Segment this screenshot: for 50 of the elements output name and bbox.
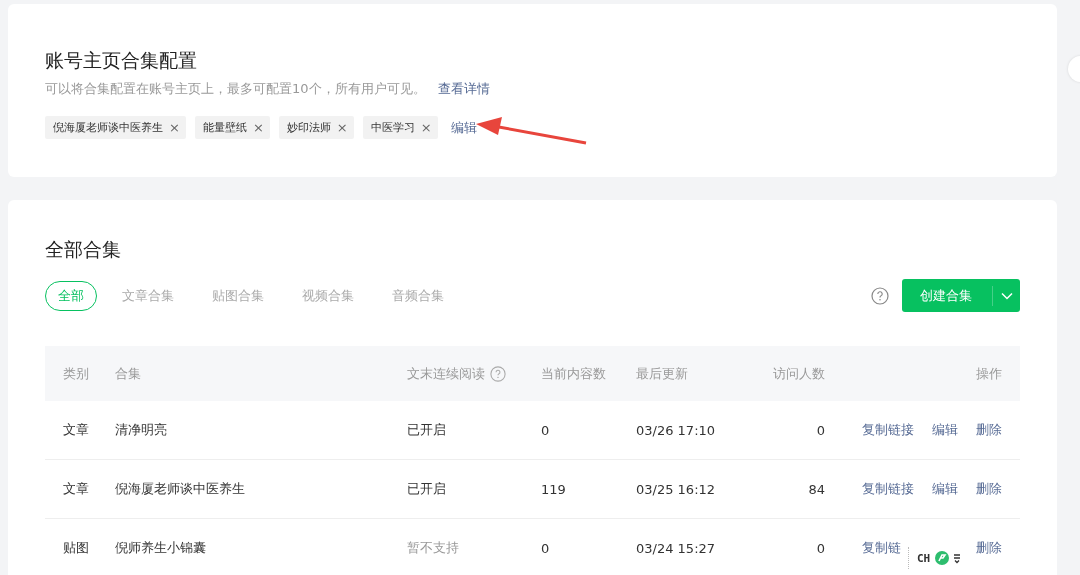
table-cell-text: 03/25 16:12 [636,481,717,497]
column-header: 文末连续阅读 [407,364,485,383]
column-header: 最后更新 [636,364,689,383]
details-link[interactable]: 查看详情 [437,80,490,98]
table-cell: 0 [816,540,825,556]
close-icon[interactable]: × [252,121,264,134]
table-cell-text: 03/26 17:10 [636,422,717,438]
close-icon[interactable]: × [336,121,348,134]
language-indicator[interactable]: CH [917,551,931,565]
action-link[interactable]: 复制链接 [862,421,914,439]
table-cell: 84 [808,481,825,497]
action-link[interactable]: 删除 [976,421,1002,439]
column-header: 当前内容数 [541,364,607,383]
action-link[interactable]: 删除 [976,480,1002,498]
tag-label: 妙印法师 [286,120,331,135]
table-cell-text: 文章 [63,421,90,439]
section-title: 全部合集 [45,237,121,262]
table-cell-text: 贴图 [63,539,90,557]
table-cell-text: 文章 [63,480,90,498]
tag-label: 倪海厦老师谈中医养生 [53,120,163,135]
table-cell-text: 03/24 15:27 [636,540,717,556]
action-link[interactable]: 编辑 [932,480,958,498]
table-cell-text: 已开启 [407,480,447,498]
more-icon[interactable] [954,552,961,564]
close-icon[interactable]: × [169,121,180,134]
action-link[interactable]: 编辑 [932,421,958,439]
action-link[interactable]: 复制链 [862,539,901,557]
edit-link[interactable]: 编辑 [450,118,477,137]
close-icon[interactable]: × [420,121,432,134]
table-cell-text: 已开启 [407,421,447,439]
description-text: 可以将合集配置在账号主页上，最多可配置10个，所有用户可见。 [45,80,426,98]
section-title: 账号主页合集配置 [45,48,197,73]
column-header: 合集 [115,364,142,383]
table-cell-text: 0 [541,422,551,438]
help-icon[interactable] [490,365,506,382]
action-link[interactable]: 删除 [976,539,1002,557]
table-cell-text: 清净明亮 [115,421,168,439]
column-header: 操作 [976,364,1002,383]
table-cell-text: 倪师养生小锦囊 [115,539,207,557]
column-header: 类别 [63,364,90,383]
table-cell-text: 119 [541,481,567,497]
tag-label: 能量壁纸 [202,120,247,135]
table-cell: 0 [816,422,825,438]
table-cell-text: 0 [541,540,551,556]
action-link[interactable]: 复制链接 [862,480,914,498]
tag-label: 中医学习 [370,120,415,135]
help-icon[interactable] [871,286,889,305]
column-header: 访问人数 [773,364,825,383]
table-cell-text: 暂不支持 [407,539,460,557]
table-cell-text: 倪海厦老师谈中医养生 [115,480,246,498]
